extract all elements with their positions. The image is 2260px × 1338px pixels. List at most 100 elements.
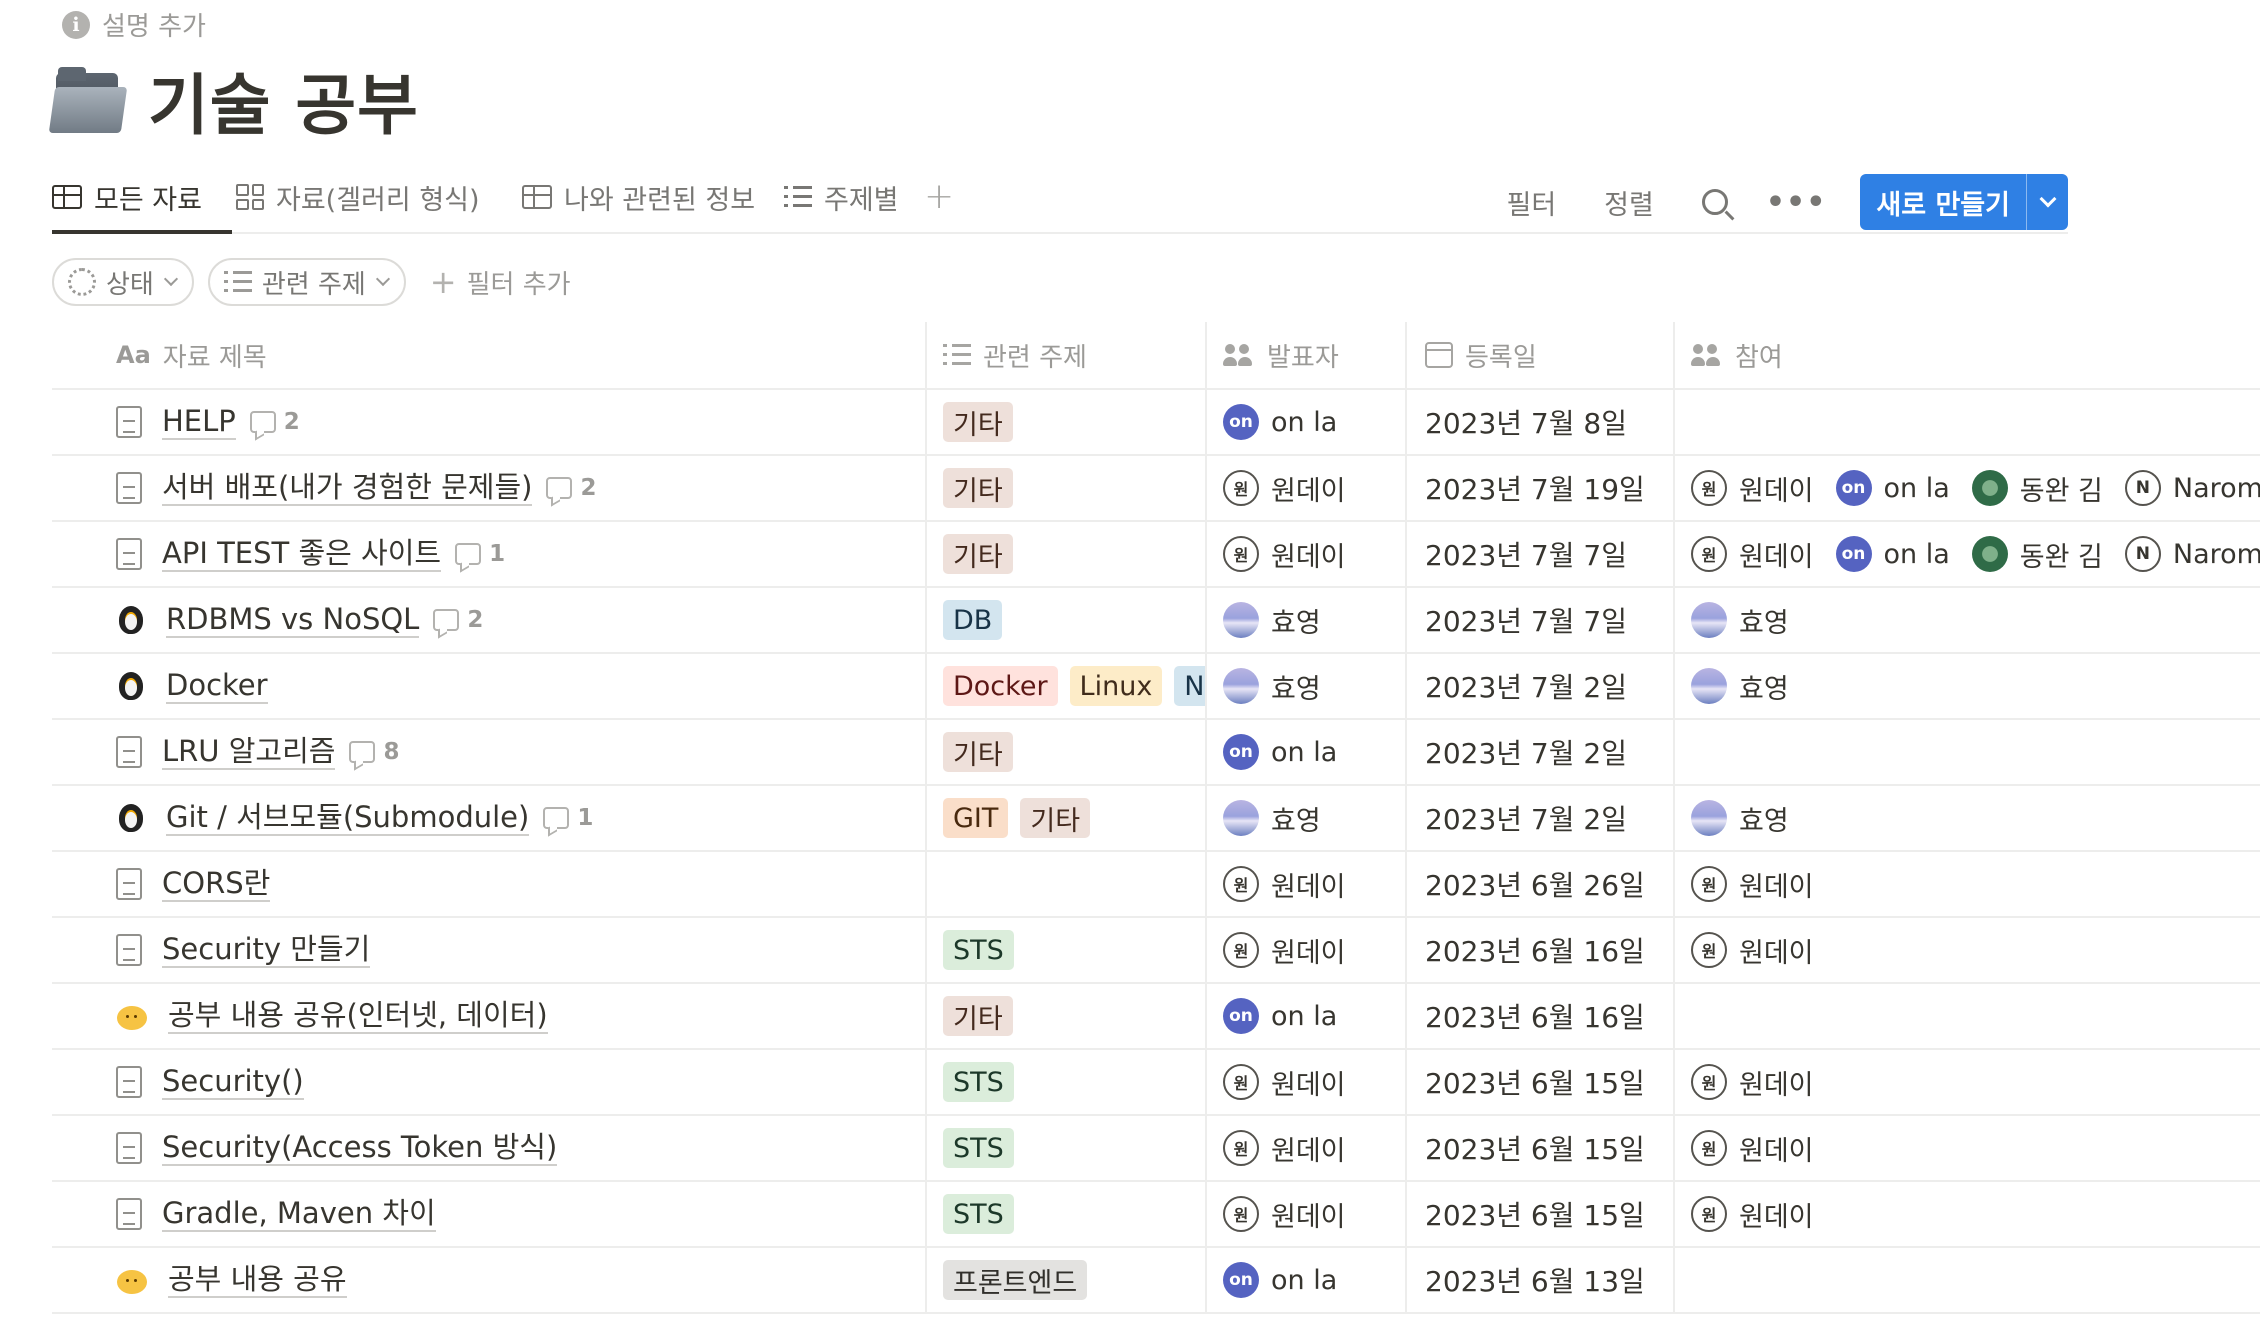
topic-cell[interactable]: STS [925,1182,1205,1246]
date-cell[interactable]: 2023년 6월 16일 [1405,918,1673,982]
row-title[interactable]: LRU 알고리즘 [162,734,336,770]
presenter-cell[interactable]: on on la [1205,984,1405,1048]
presenter-cell[interactable]: 원 원데이 [1205,522,1405,586]
status-filter-chip[interactable]: 상태 [52,258,194,306]
topic-cell[interactable]: STS [925,1050,1205,1114]
participants-cell[interactable] [1673,984,2260,1048]
topic-cell[interactable]: 기타 [925,390,1205,454]
topic-cell[interactable]: 기타 [925,720,1205,784]
participants-cell[interactable]: 효영 [1673,654,2260,718]
date-cell[interactable]: 2023년 6월 15일 [1405,1182,1673,1246]
date-cell[interactable]: 2023년 6월 16일 [1405,984,1673,1048]
date-cell[interactable]: 2023년 7월 19일 [1405,456,1673,520]
comment-count[interactable]: 8 [349,739,400,765]
row-title[interactable]: 서버 배포(내가 경험한 문제들) [162,470,533,506]
date-cell[interactable]: 2023년 7월 2일 [1405,786,1673,850]
participants-cell[interactable]: 원 원데이 on on la 동완 김 N Narom [1673,522,2260,586]
more-options-icon[interactable]: ••• [1766,185,1827,220]
tab-gallery[interactable]: 자료(겔러리 형식) [236,174,480,220]
column-header-title[interactable]: Aa 자료 제목 [52,322,925,388]
date-cell[interactable]: 2023년 7월 7일 [1405,588,1673,652]
date-cell[interactable]: 2023년 7월 2일 [1405,720,1673,784]
title-cell[interactable]: Security 만들기 [52,918,925,982]
row-title[interactable]: Docker [166,668,268,704]
participants-cell[interactable]: 원 원데이 [1673,1182,2260,1246]
row-title[interactable]: Gradle, Maven 차이 [162,1196,436,1232]
add-filter-button[interactable]: + 필터 추가 [430,263,571,301]
column-header-participants[interactable]: 참여 [1673,322,2260,388]
comment-count[interactable]: 1 [543,805,593,831]
column-header-presenter[interactable]: 발표자 [1205,322,1405,388]
topic-cell[interactable]: STS [925,1116,1205,1180]
new-button-label[interactable]: 새로 만들기 [1860,174,2026,230]
table-row[interactable]: 공부 내용 공유(인터넷, 데이터) 기타 on on la 2023년 6월 16일 [52,984,2260,1050]
participants-cell[interactable] [1673,390,2260,454]
column-header-date[interactable]: 등록일 [1405,322,1673,388]
topic-cell[interactable]: STS [925,918,1205,982]
row-title[interactable]: 공부 내용 공유 [168,1262,347,1298]
topic-cell[interactable]: 기타 [925,522,1205,586]
title-cell[interactable]: Security(Access Token 방식) [52,1116,925,1180]
comment-count[interactable]: 2 [546,475,596,501]
presenter-cell[interactable]: 원 원데이 [1205,1116,1405,1180]
table-row[interactable]: Security 만들기 STS 원 원데이 2023년 6월 16일 원 원데이 [52,918,2260,984]
participants-cell[interactable]: 원 원데이 [1673,852,2260,916]
participants-cell[interactable]: 원 원데이 [1673,1050,2260,1114]
presenter-cell[interactable]: 효영 [1205,588,1405,652]
search-icon[interactable] [1701,189,1728,215]
participants-cell[interactable]: 효영 [1673,588,2260,652]
column-header-topic[interactable]: 관련 주제 [925,322,1205,388]
participants-cell[interactable]: 원 원데이 [1673,918,2260,982]
row-title[interactable]: API TEST 좋은 사이트 [162,536,442,572]
add-view-button[interactable]: + [924,174,954,220]
topic-cell[interactable]: GIT 기타 [925,786,1205,850]
topic-cell[interactable]: 프론트엔드 [925,1248,1205,1312]
row-title[interactable]: 공부 내용 공유(인터넷, 데이터) [168,998,548,1034]
participants-cell[interactable] [1673,1248,2260,1312]
row-title[interactable]: Git / 서브모듈(Submodule) [166,800,530,836]
date-cell[interactable]: 2023년 7월 2일 [1405,654,1673,718]
presenter-cell[interactable]: 원 원데이 [1205,852,1405,916]
table-row[interactable]: API TEST 좋은 사이트 1 기타 원 원데이 2023년 7월 7일 원 원데이 on o… [52,522,2260,588]
tab-by-topic[interactable]: 주제별 [784,174,899,220]
title-cell[interactable]: 서버 배포(내가 경험한 문제들) 2 [52,456,925,520]
date-cell[interactable]: 2023년 6월 15일 [1405,1116,1673,1180]
table-row[interactable]: 서버 배포(내가 경험한 문제들) 2 기타 원 원데이 2023년 7월 19일 원 원데이… [52,456,2260,522]
title-cell[interactable]: 공부 내용 공유(인터넷, 데이터) [52,984,925,1048]
date-cell[interactable]: 2023년 7월 8일 [1405,390,1673,454]
table-row[interactable]: Security() STS 원 원데이 2023년 6월 15일 원 원데이 [52,1050,2260,1116]
title-cell[interactable]: RDBMS vs NoSQL 2 [52,588,925,652]
presenter-cell[interactable]: 효영 [1205,786,1405,850]
title-cell[interactable]: Security() [52,1050,925,1114]
presenter-cell[interactable]: 원 원데이 [1205,918,1405,982]
description-row[interactable]: i 설명 추가 [62,6,206,43]
topic-cell[interactable]: DB [925,588,1205,652]
title-cell[interactable]: Git / 서브모듈(Submodule) 1 [52,786,925,850]
topic-filter-chip[interactable]: 관련 주제 [207,258,406,306]
presenter-cell[interactable]: on on la [1205,390,1405,454]
table-row[interactable]: 공부 내용 공유 프론트엔드 on on la 2023년 6월 13일 [52,1248,2260,1314]
participants-cell[interactable]: 효영 [1673,786,2260,850]
table-row[interactable]: Security(Access Token 방식) STS 원 원데이 2023년 6월… [52,1116,2260,1182]
table-row[interactable]: CORS란 원 원데이 2023년 6월 26일 원 원데이 [52,852,2260,918]
row-title[interactable]: Security(Access Token 방식) [162,1130,558,1166]
row-title[interactable]: HELP [162,404,236,440]
page-title[interactable]: 기술 공부 [148,52,419,148]
presenter-cell[interactable]: 원 원데이 [1205,1182,1405,1246]
presenter-cell[interactable]: on on la [1205,720,1405,784]
row-title[interactable]: Security() [162,1064,304,1100]
presenter-cell[interactable]: 효영 [1205,654,1405,718]
tab-all-materials[interactable]: 모든 자료 [52,174,202,220]
new-button-dropdown[interactable] [2026,174,2068,230]
comment-count[interactable]: 1 [455,541,505,567]
comment-count[interactable]: 2 [433,607,483,633]
row-title[interactable]: CORS란 [162,866,271,902]
topic-cell[interactable]: 기타 [925,456,1205,520]
title-cell[interactable]: CORS란 [52,852,925,916]
date-cell[interactable]: 2023년 6월 15일 [1405,1050,1673,1114]
title-cell[interactable]: Docker [52,654,925,718]
topic-cell[interactable] [925,852,1205,916]
table-row[interactable]: Docker Docker Linux N 효영 2023년 7월 2일 효영 [52,654,2260,720]
row-title[interactable]: Security 만들기 [162,932,371,968]
table-row[interactable]: HELP 2 기타 on on la 2023년 7월 8일 [52,390,2260,456]
